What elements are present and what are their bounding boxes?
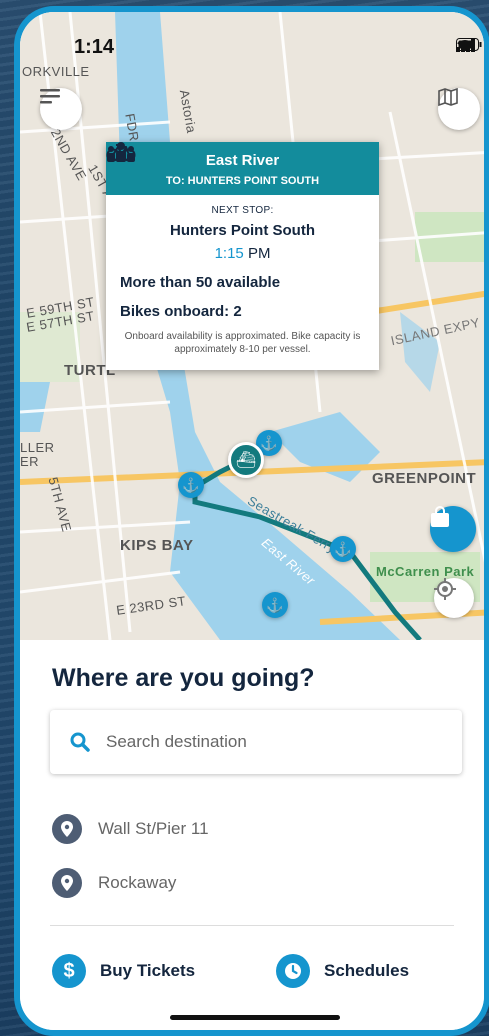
dollar-icon: $: [52, 954, 86, 988]
popup-body: NEXT STOP: Hunters Point South 1:15 PM M…: [106, 142, 379, 370]
recent-destination-label: Rockaway: [98, 873, 177, 892]
shopping-bag-button[interactable]: [430, 506, 476, 552]
status-time: 1:14: [74, 36, 115, 58]
anchor-icon[interactable]: ⚓: [330, 536, 356, 562]
next-stop-label: NEXT STOP:: [211, 205, 274, 216]
search-icon: [70, 732, 90, 752]
time-value: 1:15: [214, 245, 244, 262]
menu-icon: [40, 89, 60, 104]
menu-button[interactable]: [40, 88, 82, 130]
map-label: LLER: [20, 440, 55, 455]
bottom-sheet: Where are you going? Wall St/Pier 11 Roc…: [20, 640, 484, 1030]
bike-icon: [106, 144, 136, 162]
bikes-text: Bikes onboard: 2: [120, 303, 242, 320]
location-pin-icon: [52, 868, 82, 898]
home-indicator: [170, 1015, 340, 1020]
popup-header: East River TO: HUNTERS POINT SOUTH: [106, 142, 379, 195]
recent-destination[interactable]: Rockaway: [52, 868, 176, 898]
map-view[interactable]: ORKVILLE FDR Astoria 2ND AVE 1ST AVE E 5…: [20, 12, 484, 640]
clock-icon: [276, 954, 310, 988]
sheet-title: Where are you going?: [52, 664, 315, 692]
battery-icon: [456, 38, 482, 51]
ferry-info-popup[interactable]: East River TO: HUNTERS POINT SOUTH NEXT …: [106, 142, 379, 370]
popup-title: East River: [205, 152, 280, 169]
buy-tickets-button[interactable]: $ Buy Tickets: [52, 954, 195, 988]
recent-destination-label: Wall St/Pier 11: [98, 819, 209, 838]
availability-row: More than 50 available: [107, 142, 365, 291]
map-button[interactable]: [438, 88, 480, 130]
popup-destination: TO: HUNTERS POINT SOUTH: [165, 175, 320, 187]
phone-frame: ORKVILLE FDR Astoria 2ND AVE 1ST AVE E 5…: [14, 6, 489, 1036]
map-label: ER: [20, 454, 40, 469]
time-suffix: PM: [247, 245, 271, 262]
search-input[interactable]: [104, 731, 408, 753]
map-icon: [438, 88, 458, 106]
location-pin-icon: [52, 814, 82, 844]
ferry-icon[interactable]: ⛴: [228, 442, 264, 478]
recent-destination[interactable]: Wall St/Pier 11: [52, 814, 209, 844]
status-bar: 1:14: [20, 12, 484, 72]
schedules-button[interactable]: Schedules: [276, 954, 409, 988]
map-label: KIPS BAY: [120, 537, 194, 554]
next-stop-name: Hunters Point South: [170, 222, 315, 239]
availability-note: Onboard availability is approximated. Bi…: [124, 331, 361, 355]
bikes-row: Bikes onboard: 2: [106, 144, 365, 320]
availability-text: More than 50 available: [120, 274, 281, 291]
divider: [50, 925, 454, 926]
shopping-bag-icon: [431, 506, 449, 527]
anchor-icon[interactable]: ⚓: [262, 592, 288, 618]
map-label: GREENPOINT: [372, 470, 477, 487]
locate-button[interactable]: [434, 578, 474, 618]
anchor-icon[interactable]: ⚓: [178, 472, 204, 498]
next-stop-time: 1:15 PM: [120, 245, 365, 262]
map-label: McCarren Park: [376, 564, 475, 579]
schedules-label: Schedules: [324, 961, 410, 980]
search-box[interactable]: [50, 710, 462, 774]
locate-icon: [434, 578, 456, 600]
buy-tickets-label: Buy Tickets: [100, 961, 196, 980]
